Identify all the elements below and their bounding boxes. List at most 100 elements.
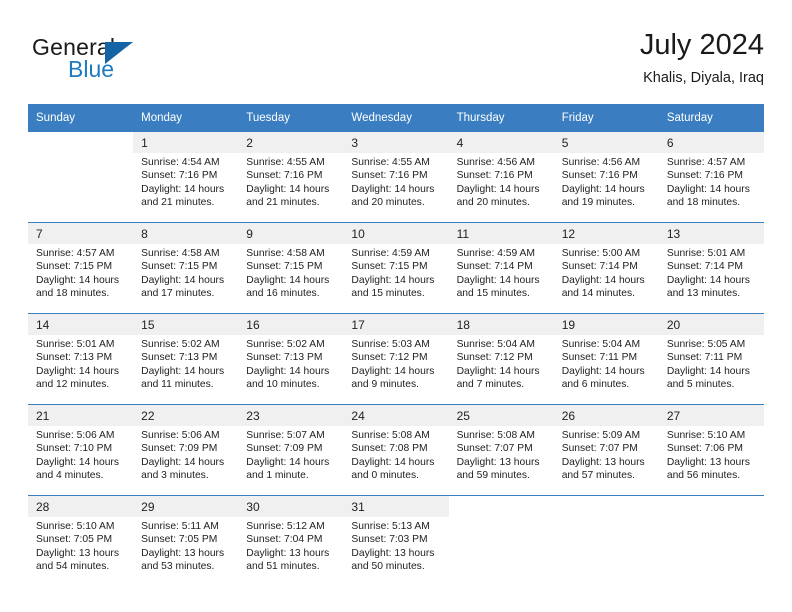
day-number: 17 <box>343 314 449 335</box>
calendar-day-cell[interactable]: 6 Sunrise: 4:57 AM Sunset: 7:16 PM Daylight… <box>658 132 764 223</box>
day-info: Sunrise: 4:56 AM Sunset: 7:16 PM Daylight:… <box>554 153 659 210</box>
day-info: Sunrise: 5:06 AM Sunset: 7:10 PM Daylight:… <box>28 426 133 483</box>
daylight-duration-line1: Daylight: 14 hours <box>666 183 750 195</box>
sunset-time: Sunset: 7:08 PM <box>351 443 428 455</box>
calendar-day-cell[interactable]: 11 Sunrise: 4:59 AM Sunset: 7:14 PM Dayligh… <box>448 222 554 314</box>
calendar-day-cell[interactable]: 15 Sunrise: 5:02 AM Sunset: 7:13 PM Dayligh… <box>133 313 239 405</box>
daylight-duration-line1: Daylight: 14 hours <box>666 274 750 286</box>
calendar-day-cell[interactable]: 9 Sunrise: 4:58 AM Sunset: 7:15 PM Daylight… <box>238 222 344 314</box>
calendar-day-cell[interactable]: 23 Sunrise: 5:07 AM Sunset: 7:09 PM Dayligh… <box>238 404 344 496</box>
day-info: Sunrise: 5:08 AM Sunset: 7:07 PM Daylight:… <box>449 426 554 483</box>
sunset-time: Sunset: 7:09 PM <box>141 443 218 455</box>
day-number: 10 <box>343 223 449 244</box>
calendar-day-cell[interactable]: 13 Sunrise: 5:01 AM Sunset: 7:14 PM Dayligh… <box>658 222 764 314</box>
calendar-day-cell[interactable]: 1 Sunrise: 4:54 AM Sunset: 7:16 PM Daylight… <box>133 132 239 223</box>
day-info: Sunrise: 5:09 AM Sunset: 7:07 PM Daylight:… <box>554 426 659 483</box>
day-info: Sunrise: 4:59 AM Sunset: 7:15 PM Daylight:… <box>343 244 448 301</box>
daylight-duration-line1: Daylight: 14 hours <box>456 183 540 195</box>
daylight-duration-line1: Daylight: 14 hours <box>36 456 119 468</box>
calendar-day-cell[interactable]: 30 Sunrise: 5:12 AM Sunset: 7:04 PM Dayligh… <box>238 495 344 586</box>
sunset-time: Sunset: 7:16 PM <box>351 170 428 182</box>
day-number <box>28 132 133 153</box>
calendar-day-cell[interactable]: 17 Sunrise: 5:03 AM Sunset: 7:12 PM Dayligh… <box>343 313 449 405</box>
sunset-time: Sunset: 7:15 PM <box>246 261 323 273</box>
sunrise-time: Sunrise: 4:56 AM <box>561 157 641 168</box>
calendar-day-cell[interactable]: 26 Sunrise: 5:09 AM Sunset: 7:07 PM Dayligh… <box>553 404 659 496</box>
day-number: 22 <box>133 405 239 426</box>
calendar-day-cell[interactable]: 20 Sunrise: 5:05 AM Sunset: 7:11 PM Dayligh… <box>658 313 764 405</box>
day-number: 5 <box>553 132 659 153</box>
calendar-day-cell[interactable]: 25 Sunrise: 5:08 AM Sunset: 7:07 PM Dayligh… <box>448 404 554 496</box>
sunrise-time: Sunrise: 4:54 AM <box>141 157 220 168</box>
calendar-day-cell[interactable]: 14 Sunrise: 5:01 AM Sunset: 7:13 PM Dayligh… <box>28 313 134 405</box>
daylight-duration-line1: Daylight: 14 hours <box>351 183 435 195</box>
day-number: 31 <box>343 496 449 517</box>
daylight-duration-line2: and 17 minutes. <box>141 288 215 300</box>
sunset-time: Sunset: 7:14 PM <box>561 261 638 273</box>
daylight-duration-line1: Daylight: 14 hours <box>36 274 119 286</box>
daylight-duration-line1: Daylight: 13 hours <box>246 547 330 559</box>
sunset-time: Sunset: 7:04 PM <box>246 534 323 546</box>
daylight-duration-line1: Daylight: 14 hours <box>351 274 435 286</box>
daylight-duration-line2: and 7 minutes. <box>456 379 525 391</box>
daylight-duration-line2: and 21 minutes. <box>246 197 320 209</box>
day-number: 6 <box>658 132 764 153</box>
calendar-day-cell[interactable]: 28 Sunrise: 5:10 AM Sunset: 7:05 PM Dayligh… <box>28 495 134 586</box>
daylight-duration-line1: Daylight: 14 hours <box>351 456 435 468</box>
sunrise-time: Sunrise: 5:10 AM <box>666 430 746 441</box>
calendar-day-cell[interactable]: 12 Sunrise: 5:00 AM Sunset: 7:14 PM Dayligh… <box>553 222 659 314</box>
calendar-day-cell[interactable]: 5 Sunrise: 4:56 AM Sunset: 7:16 PM Daylight… <box>553 132 659 223</box>
calendar-day-cell[interactable]: 16 Sunrise: 5:02 AM Sunset: 7:13 PM Dayligh… <box>238 313 344 405</box>
daylight-duration-line1: Daylight: 14 hours <box>351 365 435 377</box>
calendar-day-cell[interactable]: 18 Sunrise: 5:04 AM Sunset: 7:12 PM Dayligh… <box>448 313 554 405</box>
calendar-day-cell[interactable]: 21 Sunrise: 5:06 AM Sunset: 7:10 PM Dayligh… <box>28 404 134 496</box>
daylight-duration-line1: Daylight: 14 hours <box>36 365 119 377</box>
day-number: 18 <box>448 314 554 335</box>
daylight-duration-line1: Daylight: 14 hours <box>141 183 225 195</box>
daylight-duration-line2: and 6 minutes. <box>561 379 630 391</box>
day-info: Sunrise: 5:00 AM Sunset: 7:14 PM Daylight:… <box>554 244 659 301</box>
calendar-day-cell[interactable]: 27 Sunrise: 5:10 AM Sunset: 7:06 PM Dayligh… <box>658 404 764 496</box>
calendar-day-cell[interactable]: 7 Sunrise: 4:57 AM Sunset: 7:15 PM Daylight… <box>28 222 134 314</box>
daylight-duration-line1: Daylight: 14 hours <box>246 274 330 286</box>
calendar-day-cell[interactable]: 19 Sunrise: 5:04 AM Sunset: 7:11 PM Dayligh… <box>553 313 659 405</box>
calendar-day-cell[interactable]: 31 Sunrise: 5:13 AM Sunset: 7:03 PM Dayligh… <box>343 495 449 586</box>
calendar-week-row: 28 Sunrise: 5:10 AM Sunset: 7:05 PM Dayligh… <box>28 495 764 586</box>
calendar-day-cell[interactable]: 10 Sunrise: 4:59 AM Sunset: 7:15 PM Dayligh… <box>343 222 449 314</box>
daylight-duration-line2: and 21 minutes. <box>141 197 215 209</box>
day-info: Sunrise: 5:03 AM Sunset: 7:12 PM Daylight:… <box>343 335 448 392</box>
daylight-duration-line1: Daylight: 14 hours <box>246 365 330 377</box>
daylight-duration-line1: Daylight: 14 hours <box>666 365 750 377</box>
daylight-duration-line1: Daylight: 13 hours <box>456 456 540 468</box>
general-blue-logo[interactable]: General Blue <box>32 34 262 90</box>
page-title: July 2024 <box>639 29 764 61</box>
calendar-day-cell[interactable]: 8 Sunrise: 4:58 AM Sunset: 7:15 PM Daylight… <box>133 222 239 314</box>
sunrise-time: Sunrise: 4:57 AM <box>36 248 115 259</box>
sunset-time: Sunset: 7:07 PM <box>456 443 533 455</box>
sunset-time: Sunset: 7:10 PM <box>36 443 113 455</box>
calendar-day-cell[interactable]: 22 Sunrise: 5:06 AM Sunset: 7:09 PM Dayligh… <box>133 404 239 496</box>
daylight-duration-line2: and 14 minutes. <box>561 288 635 300</box>
calendar-day-cell[interactable]: 4 Sunrise: 4:56 AM Sunset: 7:16 PM Daylight… <box>448 132 554 223</box>
sunrise-time: Sunrise: 5:02 AM <box>246 339 325 350</box>
sunrise-time: Sunrise: 5:10 AM <box>36 521 115 532</box>
day-number <box>449 496 554 517</box>
page-header: General Blue July 2024 Khalis, Diyala, I… <box>28 28 764 90</box>
calendar-day-cell[interactable]: 2 Sunrise: 4:55 AM Sunset: 7:16 PM Daylight… <box>238 132 344 223</box>
sunrise-time: Sunrise: 5:12 AM <box>246 521 325 532</box>
day-number <box>659 496 764 517</box>
day-info: Sunrise: 5:07 AM Sunset: 7:09 PM Daylight:… <box>238 426 343 483</box>
daylight-duration-line1: Daylight: 14 hours <box>456 365 540 377</box>
daylight-duration-line1: Daylight: 14 hours <box>141 365 225 377</box>
day-info: Sunrise: 4:58 AM Sunset: 7:15 PM Daylight:… <box>133 244 238 301</box>
calendar-day-cell[interactable]: 24 Sunrise: 5:08 AM Sunset: 7:08 PM Dayligh… <box>343 404 449 496</box>
day-number: 11 <box>448 223 554 244</box>
sunrise-time: Sunrise: 5:13 AM <box>351 521 430 532</box>
calendar-day-cell[interactable]: 3 Sunrise: 4:55 AM Sunset: 7:16 PM Daylight… <box>343 132 449 223</box>
sunset-time: Sunset: 7:14 PM <box>456 261 533 273</box>
sunrise-time: Sunrise: 4:58 AM <box>141 248 220 259</box>
calendar-week-row: 21 Sunrise: 5:06 AM Sunset: 7:10 PM Dayligh… <box>28 404 764 496</box>
calendar-day-cell[interactable]: 29 Sunrise: 5:11 AM Sunset: 7:05 PM Dayligh… <box>133 495 239 586</box>
day-number: 1 <box>133 132 239 153</box>
sunrise-time: Sunrise: 5:11 AM <box>141 521 219 532</box>
